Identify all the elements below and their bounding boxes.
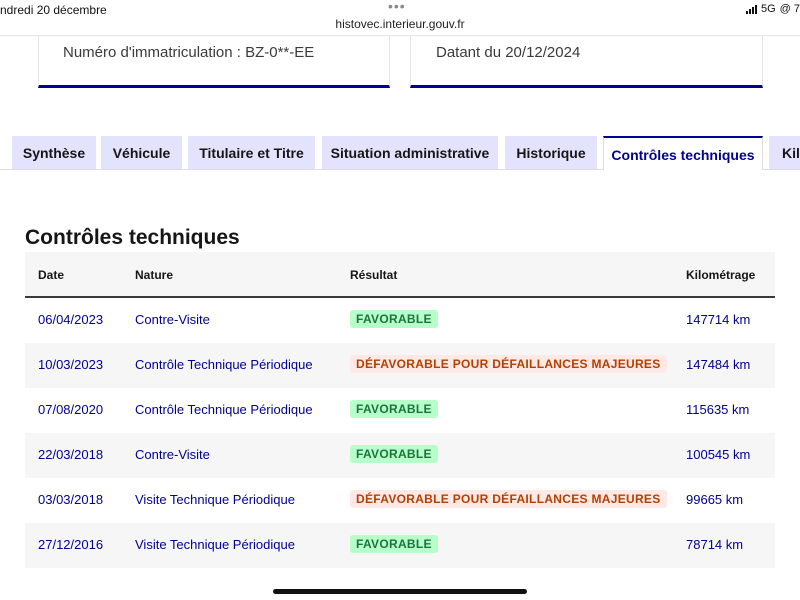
status-badge: DÉFAVORABLE POUR DÉFAILLANCES MAJEURES xyxy=(350,490,667,508)
status-badge: FAVORABLE xyxy=(350,400,438,418)
network-label: 5G xyxy=(760,3,776,15)
row-date: 22/03/2018 xyxy=(38,447,104,462)
table-row: 06/04/2023 Contre-Visite FAVORABLE 14771… xyxy=(25,298,775,343)
row-date: 06/04/2023 xyxy=(38,312,104,327)
table-row: 10/03/2023 Contrôle Technique Périodique… xyxy=(25,343,775,388)
signal-icon xyxy=(745,4,757,14)
status-extra: @ 7 xyxy=(779,3,800,15)
row-km: 100545 km xyxy=(686,447,751,462)
row-nature: Contrôle Technique Périodique xyxy=(135,402,313,417)
address-bar-url[interactable]: histovec.interieur.gouv.fr xyxy=(0,17,800,31)
header-km: Kilométrage xyxy=(686,268,756,282)
controls-table: Date Nature Résultat Kilométrage 06/04/2… xyxy=(25,252,775,568)
row-result: FAVORABLE xyxy=(350,310,438,328)
status-date: ndredi 20 décembre xyxy=(0,3,107,17)
row-result: DÉFAVORABLE POUR DÉFAILLANCES MAJEURES xyxy=(350,355,667,373)
status-badge: FAVORABLE xyxy=(350,445,438,463)
row-nature: Contrôle Technique Périodique xyxy=(135,357,313,372)
header-date: Date xyxy=(38,268,65,282)
tab-controles-techniques[interactable]: Contrôles techniques xyxy=(603,136,763,171)
tab-vehicule[interactable]: Véhicule xyxy=(101,136,182,169)
tab-synthese[interactable]: Synthèse xyxy=(12,136,96,169)
home-indicator[interactable] xyxy=(273,589,527,594)
row-date: 27/12/2016 xyxy=(38,537,104,552)
tab-historique[interactable]: Historique xyxy=(505,136,597,169)
row-km: 147714 km xyxy=(686,312,751,327)
status-indicators: 5G @ 7 xyxy=(745,3,800,15)
row-result: FAVORABLE xyxy=(350,445,438,463)
table-row: 07/08/2020 Contrôle Technique Périodique… xyxy=(25,388,775,433)
table-row: 03/03/2018 Visite Technique Périodique D… xyxy=(25,478,775,523)
row-nature: Visite Technique Périodique xyxy=(135,492,295,507)
row-nature: Contre-Visite xyxy=(135,312,210,327)
table-row: 27/12/2016 Visite Technique Périodique F… xyxy=(25,523,775,568)
status-badge: DÉFAVORABLE POUR DÉFAILLANCES MAJEURES xyxy=(350,355,667,373)
row-date: 10/03/2023 xyxy=(38,357,104,372)
row-km: 115635 km xyxy=(686,402,750,417)
report-date-card: Datant du 20/12/2024 xyxy=(410,36,763,88)
plate-card: Numéro d'immatriculation : BZ-0**-EE xyxy=(38,36,390,88)
section-title: Contrôles techniques xyxy=(25,226,240,249)
tab-kilometrage[interactable]: Kilo xyxy=(769,136,800,169)
row-date: 03/03/2018 xyxy=(38,492,104,507)
table-body: 06/04/2023 Contre-Visite FAVORABLE 14771… xyxy=(25,298,775,568)
row-result: FAVORABLE xyxy=(350,400,438,418)
table-row: 22/03/2018 Contre-Visite FAVORABLE 10054… xyxy=(25,433,775,478)
row-km: 147484 km xyxy=(686,357,751,372)
row-date: 07/08/2020 xyxy=(38,402,104,417)
row-nature: Visite Technique Périodique xyxy=(135,537,295,552)
report-date: Datant du 20/12/2024 xyxy=(436,44,581,61)
tab-titulaire-titre[interactable]: Titulaire et Titre xyxy=(188,136,315,169)
row-result: FAVORABLE xyxy=(350,535,438,553)
tab-situation-administrative[interactable]: Situation administrative xyxy=(322,136,498,169)
status-badge: FAVORABLE xyxy=(350,535,438,553)
status-badge: FAVORABLE xyxy=(350,310,438,328)
row-nature: Contre-Visite xyxy=(135,447,210,462)
plate-number: Numéro d'immatriculation : BZ-0**-EE xyxy=(63,44,315,61)
row-km: 78714 km xyxy=(686,537,744,552)
header-nature: Nature xyxy=(135,268,174,282)
status-bar: ndredi 20 décembre ••• histovec.interieu… xyxy=(0,0,800,36)
row-result: DÉFAVORABLE POUR DÉFAILLANCES MAJEURES xyxy=(350,490,667,508)
tab-bar: Synthèse Véhicule Titulaire et Titre Sit… xyxy=(0,136,800,171)
header-result: Résultat xyxy=(350,268,398,282)
row-km: 99665 km xyxy=(686,492,744,507)
table-header: Date Nature Résultat Kilométrage xyxy=(25,252,775,298)
more-dots-icon[interactable]: ••• xyxy=(388,0,406,14)
